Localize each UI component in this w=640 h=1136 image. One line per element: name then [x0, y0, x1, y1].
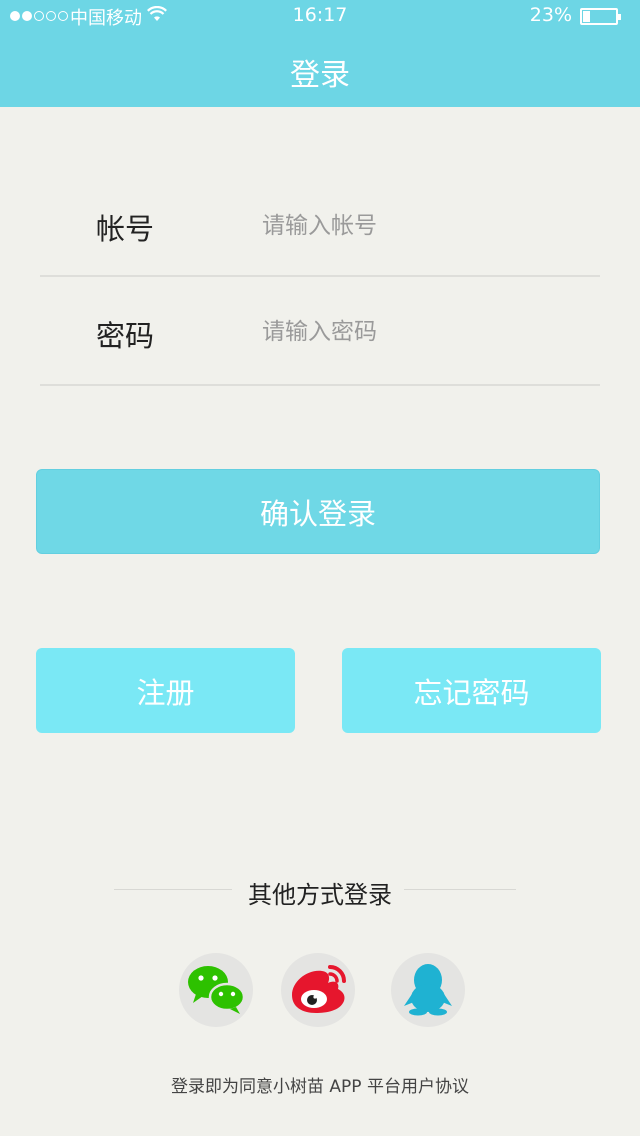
header-bar: 中国移动 16:17 23% 登录	[0, 0, 640, 107]
register-button[interactable]: 注册	[36, 648, 295, 733]
password-divider	[40, 384, 600, 386]
forgot-password-button[interactable]: 忘记密码	[342, 648, 601, 733]
battery-icon	[580, 8, 621, 25]
qq-login-button[interactable]	[391, 953, 465, 1027]
password-label: 密码	[96, 319, 155, 353]
weibo-login-button[interactable]	[281, 953, 355, 1027]
account-divider	[40, 275, 600, 277]
wechat-icon	[184, 961, 248, 1019]
account-label: 帐号	[96, 212, 155, 246]
page-title: 登录	[290, 58, 350, 93]
user-agreement-text[interactable]: 登录即为同意小树苗 APP 平台用户协议	[0, 1072, 640, 1097]
status-bar: 中国移动 16:17 23%	[0, 0, 640, 34]
qq-icon	[400, 960, 456, 1020]
other-login-title: 其他方式登录	[248, 881, 392, 909]
confirm-login-button[interactable]: 确认登录	[36, 469, 600, 554]
weibo-icon	[286, 961, 350, 1019]
wechat-login-button[interactable]	[179, 953, 253, 1027]
battery-percent: 23%	[529, 4, 572, 26]
account-input[interactable]	[262, 204, 582, 248]
password-input[interactable]	[262, 310, 582, 354]
